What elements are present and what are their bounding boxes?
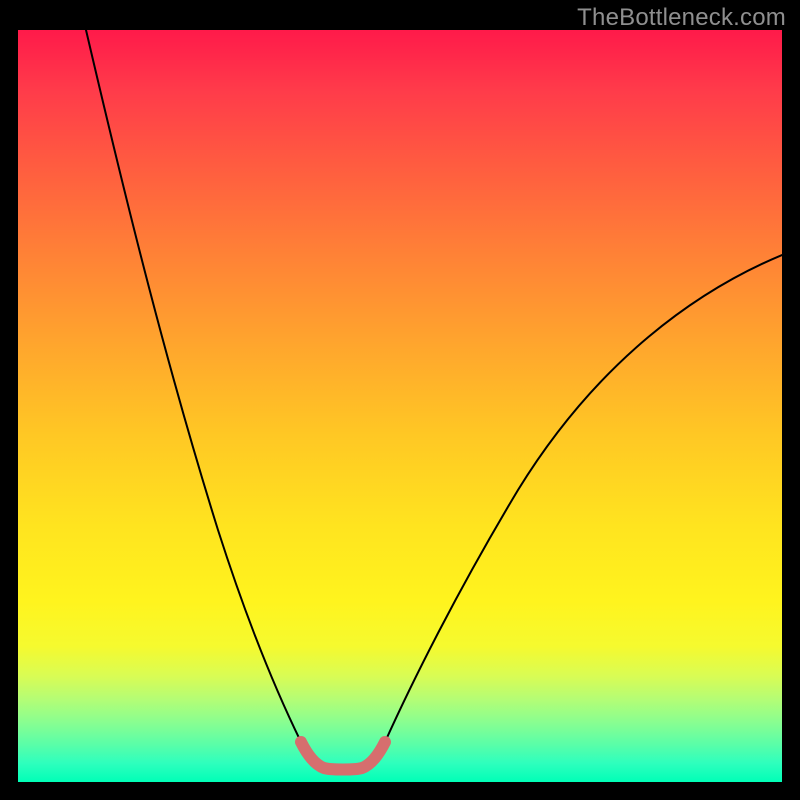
chart-canvas: TheBottleneck.com [0,0,800,800]
plot-area [18,30,782,782]
curve-left-branch [86,30,301,742]
curve-right-branch [385,255,782,742]
credit-text: TheBottleneck.com [577,4,786,32]
curve-layer [18,30,782,782]
curve-valley-highlight [301,742,385,770]
